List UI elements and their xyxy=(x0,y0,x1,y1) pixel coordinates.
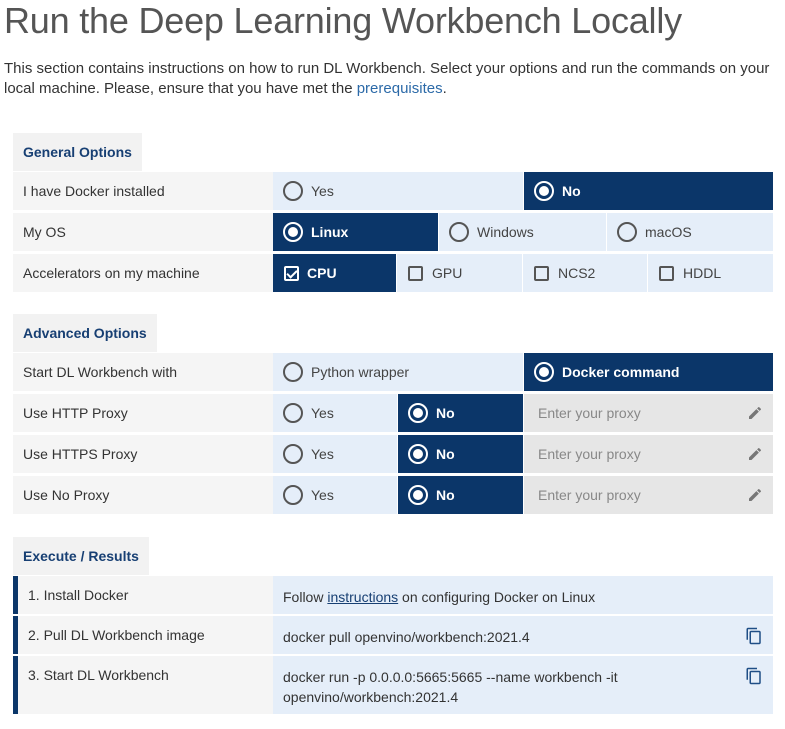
http-proxy-label: Use HTTP Proxy xyxy=(13,394,273,432)
option-label: GPU xyxy=(432,265,463,281)
advanced-options-heading: Advanced Options xyxy=(13,314,157,352)
step-label: 1. Install Docker xyxy=(18,576,273,614)
pencil-icon[interactable] xyxy=(747,446,763,462)
http-proxy-row: Use HTTP Proxy Yes No xyxy=(13,394,773,432)
no-proxy-field xyxy=(524,476,773,514)
pencil-icon[interactable] xyxy=(747,405,763,421)
radio-icon[interactable] xyxy=(408,403,428,423)
https-proxy-field xyxy=(524,435,773,473)
execute-results-heading: Execute / Results xyxy=(13,537,149,575)
option-label: CPU xyxy=(307,265,337,281)
accel-ncs2-option[interactable]: NCS2 xyxy=(523,254,647,292)
accel-hddl-option[interactable]: HDDL xyxy=(648,254,773,292)
http-proxy-field xyxy=(524,394,773,432)
command-text: docker pull openvino/workbench:2021.4 xyxy=(283,629,530,645)
https-proxy-no-option[interactable]: No xyxy=(398,435,523,473)
option-label: NCS2 xyxy=(558,265,596,281)
step-command: docker pull openvino/workbench:2021.4 xyxy=(273,616,773,654)
checkbox-icon[interactable] xyxy=(534,266,549,281)
os-row: My OS Linux Windows macOS xyxy=(13,213,773,251)
checkbox-icon[interactable] xyxy=(408,266,423,281)
step-pre-text: Follow xyxy=(283,589,328,605)
general-options-heading: General Options xyxy=(13,133,142,171)
https-proxy-label: Use HTTPS Proxy xyxy=(13,435,273,473)
radio-icon[interactable] xyxy=(534,362,554,382)
option-label: Yes xyxy=(311,446,334,462)
copy-icon[interactable] xyxy=(745,626,763,646)
option-label: Yes xyxy=(311,405,334,421)
step-start-workbench: 3. Start DL Workbench docker run -p 0.0.… xyxy=(13,656,773,714)
accelerators-row: Accelerators on my machine CPU GPU NCS2 … xyxy=(13,254,773,292)
accelerators-label: Accelerators on my machine xyxy=(13,254,273,292)
checkbox-icon[interactable] xyxy=(284,266,299,281)
accel-gpu-option[interactable]: GPU xyxy=(397,254,522,292)
option-label: HDDL xyxy=(683,265,722,281)
radio-icon[interactable] xyxy=(283,403,303,423)
option-label: No xyxy=(436,487,455,503)
step-label: 3. Start DL Workbench xyxy=(18,656,273,714)
docker-installed-row: I have Docker installed Yes No xyxy=(13,172,773,210)
http-proxy-yes-option[interactable]: Yes xyxy=(273,394,397,432)
pencil-icon[interactable] xyxy=(747,487,763,503)
radio-icon[interactable] xyxy=(617,222,637,242)
radio-icon[interactable] xyxy=(408,485,428,505)
os-windows-option[interactable]: Windows xyxy=(439,213,606,251)
os-linux-option[interactable]: Linux xyxy=(273,213,438,251)
step-install-docker: 1. Install Docker Follow instructions on… xyxy=(13,576,773,614)
step-pull-image: 2. Pull DL Workbench image docker pull o… xyxy=(13,616,773,654)
docker-command-option[interactable]: Docker command xyxy=(524,353,773,391)
http-proxy-no-option[interactable]: No xyxy=(398,394,523,432)
radio-icon[interactable] xyxy=(283,222,303,242)
option-label: macOS xyxy=(645,224,692,240)
radio-icon[interactable] xyxy=(534,181,554,201)
step-content: Follow instructions on configuring Docke… xyxy=(273,576,773,614)
command-text: docker run -p 0.0.0.0:5665:5665 --name w… xyxy=(283,669,618,705)
radio-icon[interactable] xyxy=(449,222,469,242)
step-command: docker run -p 0.0.0.0:5665:5665 --name w… xyxy=(273,656,773,714)
radio-icon[interactable] xyxy=(283,485,303,505)
option-label: Linux xyxy=(311,224,349,240)
radio-icon[interactable] xyxy=(283,362,303,382)
no-proxy-input[interactable] xyxy=(524,476,773,514)
python-wrapper-option[interactable]: Python wrapper xyxy=(273,353,523,391)
no-proxy-label: Use No Proxy xyxy=(13,476,273,514)
start-with-row: Start DL Workbench with Python wrapper D… xyxy=(13,353,773,391)
accel-cpu-option[interactable]: CPU xyxy=(273,254,396,292)
os-label: My OS xyxy=(13,213,273,251)
radio-icon[interactable] xyxy=(283,444,303,464)
https-proxy-row: Use HTTPS Proxy Yes No xyxy=(13,435,773,473)
prerequisites-link[interactable]: prerequisites xyxy=(357,80,443,97)
no-proxy-yes-option[interactable]: Yes xyxy=(273,476,397,514)
option-label: Yes xyxy=(311,183,334,199)
no-proxy-row: Use No Proxy Yes No xyxy=(13,476,773,514)
radio-icon[interactable] xyxy=(283,181,303,201)
os-macos-option[interactable]: macOS xyxy=(607,213,773,251)
docker-installed-label: I have Docker installed xyxy=(13,172,273,210)
option-label: No xyxy=(436,405,455,421)
step-post-text: on configuring Docker on Linux xyxy=(398,589,596,605)
radio-icon[interactable] xyxy=(408,444,428,464)
https-proxy-input[interactable] xyxy=(524,435,773,473)
option-label: Windows xyxy=(477,224,534,240)
intro-paragraph: This section contains instructions on ho… xyxy=(4,59,779,99)
checkbox-icon[interactable] xyxy=(659,266,674,281)
option-label: Docker command xyxy=(562,364,680,380)
option-label: No xyxy=(562,183,581,199)
option-label: Yes xyxy=(311,487,334,503)
instructions-link[interactable]: instructions xyxy=(327,589,398,605)
page-title: Run the Deep Learning Workbench Locally xyxy=(4,0,682,41)
copy-icon[interactable] xyxy=(745,666,763,686)
docker-installed-no-option[interactable]: No xyxy=(524,172,773,210)
step-label: 2. Pull DL Workbench image xyxy=(18,616,273,654)
start-with-label: Start DL Workbench with xyxy=(13,353,273,391)
docker-installed-yes-option[interactable]: Yes xyxy=(273,172,523,210)
option-label: No xyxy=(436,446,455,462)
no-proxy-no-option[interactable]: No xyxy=(398,476,523,514)
intro-end: . xyxy=(442,80,447,97)
option-label: Python wrapper xyxy=(311,364,410,380)
https-proxy-yes-option[interactable]: Yes xyxy=(273,435,397,473)
http-proxy-input[interactable] xyxy=(524,394,773,432)
